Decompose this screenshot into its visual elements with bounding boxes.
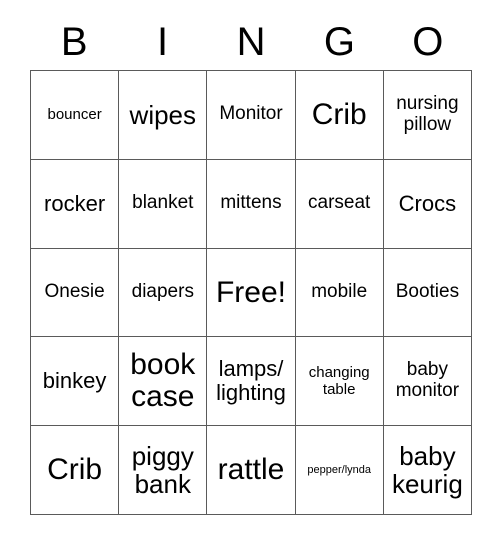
bingo-header: B I N G O	[30, 14, 472, 70]
bingo-cell-label: Booties	[395, 281, 460, 303]
bingo-cell-n1[interactable]: Monitor	[207, 71, 296, 160]
bingo-cell-label: baby monitor	[395, 359, 460, 402]
bingo-cell-label: rattle	[217, 453, 285, 487]
bingo-cell-i4[interactable]: book case	[119, 337, 208, 427]
bingo-cell-b5[interactable]: Crib	[31, 426, 120, 515]
header-letter-i: I	[157, 20, 169, 64]
bingo-grid: bouncer wipes Monitor Crib nursing pillo…	[30, 70, 472, 515]
header-letter-b: B	[60, 20, 88, 64]
bingo-cell-n4[interactable]: lamps/ lighting	[207, 337, 296, 427]
bingo-cell-label: carseat	[308, 192, 371, 214]
bingo-cell-label: blanket	[132, 192, 194, 214]
bingo-cell-b3[interactable]: Onesie	[31, 248, 120, 338]
header-letter-g: G	[323, 20, 355, 64]
bingo-cell-i5[interactable]: piggy bank	[119, 426, 208, 515]
bingo-cell-label: baby keurig	[391, 441, 463, 500]
bingo-cell-label: diapers	[131, 281, 194, 303]
bingo-card: B I N G O bouncer wipes Monitor Crib nur…	[0, 0, 500, 544]
bingo-cell-g1[interactable]: Crib	[295, 71, 384, 160]
bingo-cell-g4[interactable]: changing table	[295, 337, 384, 427]
bingo-cell-o2[interactable]: Crocs	[383, 159, 472, 249]
bingo-cell-g2[interactable]: carseat	[295, 159, 384, 249]
bingo-cell-i3[interactable]: diapers	[119, 248, 208, 338]
bingo-cell-label: binkey	[42, 368, 107, 394]
bingo-cell-label: wipes	[129, 99, 197, 130]
bingo-cell-label: rocker	[44, 190, 106, 216]
bingo-cell-o3[interactable]: Booties	[383, 248, 472, 338]
bingo-cell-label: pepper/lynda	[307, 463, 371, 476]
bingo-cell-label: Free!	[215, 275, 286, 309]
bingo-cell-b2[interactable]: rocker	[31, 159, 120, 249]
bingo-cell-label: Crib	[311, 98, 367, 131]
bingo-cell-label: book case	[130, 348, 196, 414]
bingo-cell-g5[interactable]: pepper/lynda	[295, 426, 384, 515]
bingo-cell-label: bouncer	[47, 106, 102, 124]
bingo-cell-label: Crib	[47, 453, 103, 487]
bingo-cell-label: Onesie	[44, 281, 105, 303]
bingo-cell-o5[interactable]: baby keurig	[383, 426, 472, 515]
bingo-cell-i1[interactable]: wipes	[119, 71, 208, 160]
bingo-cell-b1[interactable]: bouncer	[31, 71, 120, 160]
bingo-cell-label: mittens	[220, 192, 282, 214]
bingo-cell-label: nursing pillow	[396, 93, 459, 135]
bingo-cell-label: lamps/ lighting	[216, 356, 286, 406]
bingo-cell-label: changing table	[308, 364, 370, 399]
bingo-cell-b4[interactable]: binkey	[31, 337, 120, 427]
bingo-cell-label: piggy bank	[131, 441, 194, 500]
bingo-cell-n2[interactable]: mittens	[207, 159, 296, 249]
bingo-cell-o4[interactable]: baby monitor	[383, 337, 472, 427]
header-letter-o: O	[412, 20, 444, 64]
header-letter-n: N	[236, 20, 266, 64]
bingo-cell-label: mobile	[311, 281, 368, 303]
bingo-cell-label: Monitor	[219, 103, 283, 125]
bingo-cell-i2[interactable]: blanket	[119, 159, 208, 249]
bingo-cell-label: Crocs	[398, 190, 457, 216]
bingo-cell-n5[interactable]: rattle	[207, 426, 296, 515]
bingo-cell-free-space[interactable]: Free!	[207, 248, 296, 338]
bingo-cell-g3[interactable]: mobile	[295, 248, 384, 338]
bingo-cell-o1[interactable]: nursing pillow	[383, 71, 472, 160]
